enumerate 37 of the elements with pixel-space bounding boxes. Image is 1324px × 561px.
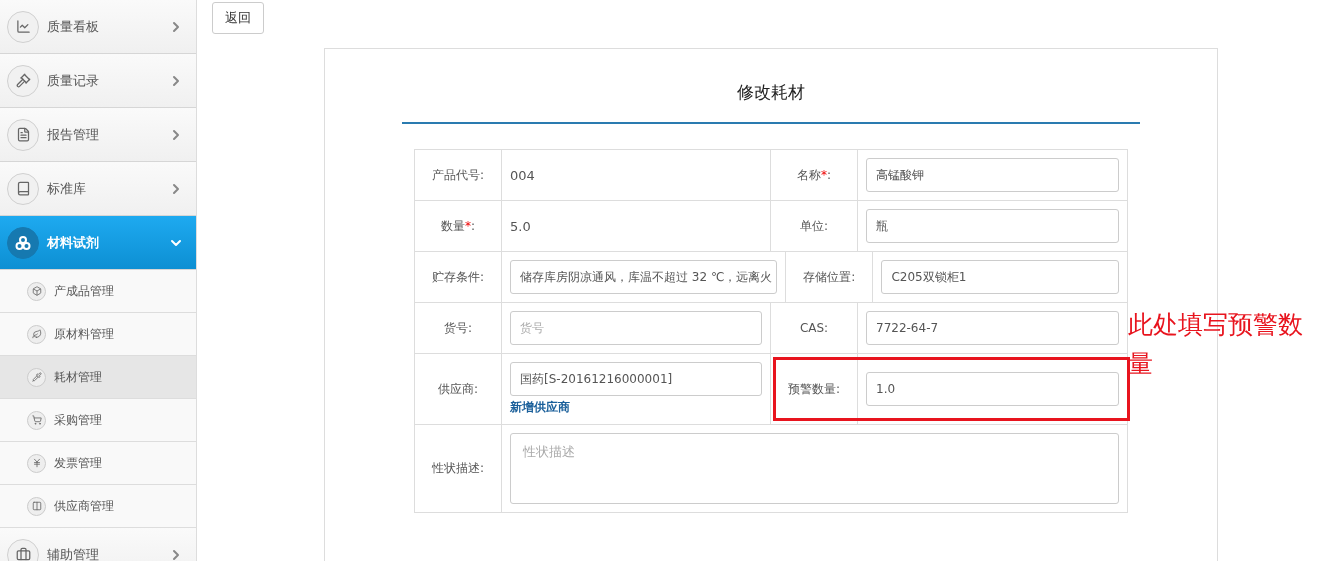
leaf-icon (31, 329, 42, 339)
document-icon (15, 127, 31, 142)
input-field[interactable]: 储存库房阴凉通风，库温不超过 32 ℃，远离火 (510, 260, 778, 294)
gavel-icon (15, 73, 31, 88)
columns-icon (31, 501, 42, 511)
cart-icon (31, 415, 42, 425)
input-field[interactable]: 瓶 (866, 209, 1119, 243)
box-icon (31, 286, 42, 296)
field-label: CAS: (799, 321, 829, 335)
input-field[interactable]: 国药[S-20161216000001] (510, 362, 762, 396)
field-label: 数量*: (440, 217, 475, 235)
input-field[interactable]: 7722-64-7 (866, 311, 1119, 345)
field-label: 存储位置: (803, 268, 856, 286)
field-label: 贮存条件: (431, 268, 484, 286)
field-label: 名称*: (796, 166, 831, 184)
field-value: 5.0 (510, 218, 532, 234)
form-title: 修改耗材 (737, 82, 805, 102)
field-label: 产品代号: (431, 166, 484, 184)
field-value: 004 (510, 167, 536, 183)
field-label: 供应商: (437, 380, 478, 398)
field-label: 预警数量: (787, 380, 840, 398)
input-field[interactable]: C205双锁柜1 (881, 260, 1119, 294)
annotation-text: 此处填写预警数量 (1128, 309, 1304, 380)
input-field[interactable]: 高锰酸钾 (866, 158, 1119, 192)
field-label: 性状描述: (431, 460, 484, 477)
field-label: 单位: (799, 217, 828, 235)
book-icon (15, 181, 31, 196)
briefcase-icon (15, 547, 31, 561)
yen-icon (31, 458, 42, 468)
back-button[interactable]: 返回 (212, 2, 264, 34)
add-supplier-link[interactable]: 新增供应商 (510, 399, 570, 416)
chart-icon (15, 19, 31, 34)
field-label: 货号: (443, 319, 472, 337)
circles-icon (15, 234, 31, 251)
pipette-icon (31, 372, 42, 382)
submenu-item[interactable]: 耗材管理 (0, 356, 196, 399)
input-field[interactable]: 1.0 (866, 372, 1119, 406)
